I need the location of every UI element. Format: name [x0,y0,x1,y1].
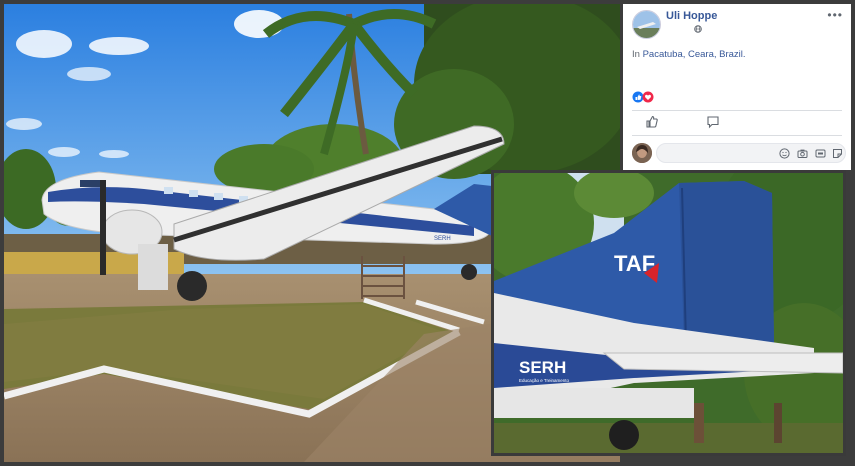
divider-top [632,110,842,111]
avatar-image [633,11,660,38]
comment-icon[interactable] [706,115,720,129]
gif-icon[interactable] [815,148,826,159]
love-icon [642,91,654,103]
comment-input[interactable] [656,143,846,163]
facebook-post-card: Uli Hoppe ••• In Pacatuba, Ceara, Brazil… [623,4,851,170]
more-options-button[interactable]: ••• [827,8,843,22]
viewer-avatar-image [632,143,652,163]
emoji-icon[interactable] [779,148,790,159]
author-name[interactable]: Uli Hoppe [666,10,717,22]
location-prefix: In [632,49,640,60]
camera-icon[interactable] [797,148,808,159]
reactions-summary[interactable] [632,91,658,103]
sticker-icon[interactable] [832,148,843,159]
author-avatar[interactable] [632,10,661,39]
comment-composer [629,140,847,166]
viewer-avatar [632,143,652,163]
like-icon [632,91,644,103]
inset-fuselage-logo: SERH [519,358,566,377]
globe-icon[interactable] [694,25,702,33]
main-fuselage-logo: SERH [434,236,451,242]
inset-fuselage-subtext: Educação e Treinamento [519,378,570,383]
divider-bottom [632,135,842,136]
inset-tail-photo[interactable]: TAF SERH Educação e Treinamento [491,170,846,456]
screenshot-frame: SERH Uli Hoppe ••• In Pacatuba, Ceara, B… [0,0,855,466]
tail-closeup-photo: TAF SERH Educação e Treinamento [494,173,843,453]
location-link[interactable]: Pacatuba, Ceara, Brazil. [643,49,746,60]
thumbs-up-icon[interactable] [645,115,659,129]
post-location: In Pacatuba, Ceara, Brazil. [632,49,746,60]
